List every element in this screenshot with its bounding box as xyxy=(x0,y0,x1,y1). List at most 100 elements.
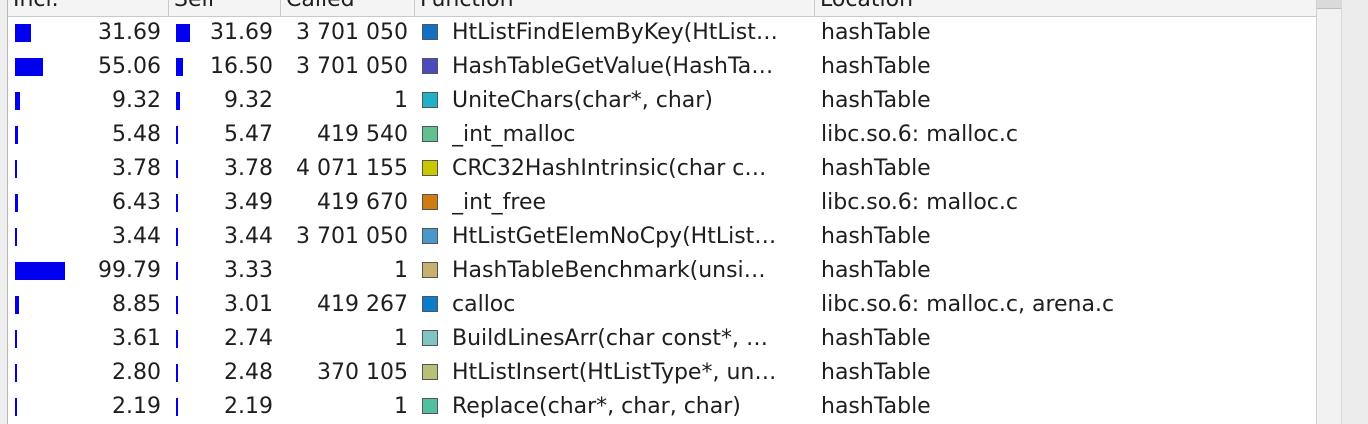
table-row[interactable]: 55.06 16.50 3 701 050 HashTableGetValue(Has… xyxy=(8,50,1316,84)
self-cost-bar xyxy=(176,92,180,110)
table-header: Incl. Self Called Function Location xyxy=(8,0,1316,17)
incl-cost-bar xyxy=(15,160,17,178)
incl-value: 3.44 xyxy=(112,224,161,249)
called-count: 419 540 xyxy=(317,122,408,147)
incl-cost-bar xyxy=(15,194,18,212)
called-count: 3 701 050 xyxy=(296,224,408,249)
table-row[interactable]: 3.78 3.78 4 071 155 CRC32HashIntrinsic(char… xyxy=(8,152,1316,186)
function-name: HashTableGetValue(HashTa… xyxy=(452,54,774,79)
function-color-swatch xyxy=(422,330,438,346)
column-header-incl[interactable]: Incl. xyxy=(8,0,169,16)
called-count: 4 071 155 xyxy=(296,156,408,181)
called-count: 1 xyxy=(394,258,408,283)
self-cost-bar xyxy=(176,398,178,416)
function-color-swatch xyxy=(422,228,438,244)
function-color-swatch xyxy=(422,160,438,176)
incl-value: 6.43 xyxy=(112,190,161,215)
called-count: 3 701 050 xyxy=(296,20,408,45)
self-cost-bar xyxy=(176,296,178,314)
self-cost-bar xyxy=(176,228,178,246)
function-color-swatch xyxy=(422,24,438,40)
function-color-swatch xyxy=(422,262,438,278)
called-count: 3 701 050 xyxy=(296,54,408,79)
location-value: hashTable xyxy=(821,224,931,249)
incl-value: 3.61 xyxy=(112,326,161,351)
called-count: 419 670 xyxy=(317,190,408,215)
column-header-location[interactable]: Location xyxy=(815,0,1316,16)
location-value: hashTable xyxy=(821,258,931,283)
function-color-swatch xyxy=(422,194,438,210)
called-count: 1 xyxy=(394,88,408,113)
function-color-swatch xyxy=(422,296,438,312)
incl-value: 2.19 xyxy=(112,394,161,419)
function-name: CRC32HashIntrinsic(char c… xyxy=(452,156,767,181)
scrollbar-handle[interactable] xyxy=(1317,0,1342,9)
self-value: 31.69 xyxy=(210,20,273,45)
location-value: libc.so.6: malloc.c, arena.c xyxy=(821,292,1115,317)
self-cost-bar xyxy=(176,160,178,178)
table-row[interactable]: 8.85 3.01 419 267 calloc libc.so.6: malloc.c… xyxy=(8,288,1316,322)
location-value: libc.so.6: malloc.c xyxy=(821,122,1018,147)
incl-cost-bar xyxy=(15,24,31,42)
function-color-swatch xyxy=(422,58,438,74)
function-name: _int_free xyxy=(452,190,547,215)
function-name: _int_malloc xyxy=(452,122,576,147)
function-name: HtListFindElemByKey(HtList… xyxy=(452,20,778,45)
function-name: HtListGetElemNoCpy(HtList… xyxy=(452,224,777,249)
function-color-swatch xyxy=(422,92,438,108)
self-cost-bar xyxy=(176,58,183,76)
table-row[interactable]: 2.19 2.19 1 Replace(char*, char, char) hashT… xyxy=(8,390,1316,424)
side-panel-edge xyxy=(1341,0,1368,424)
location-value: hashTable xyxy=(821,88,931,113)
incl-value: 2.80 xyxy=(112,360,161,385)
self-value: 16.50 xyxy=(210,54,273,79)
function-color-swatch xyxy=(422,398,438,414)
self-cost-bar xyxy=(176,194,178,212)
function-name: Replace(char*, char, char) xyxy=(452,394,741,419)
function-color-swatch xyxy=(422,126,438,142)
self-cost-bar xyxy=(176,262,178,280)
called-count: 1 xyxy=(394,326,408,351)
called-count: 1 xyxy=(394,394,408,419)
self-cost-bar xyxy=(176,364,178,382)
incl-value: 5.48 xyxy=(112,122,161,147)
table-row[interactable]: 9.32 9.32 1 UniteChars(char*, char) hashTabl… xyxy=(8,84,1316,118)
self-cost-bar xyxy=(176,24,190,42)
table-row[interactable]: 2.80 2.48 370 105 HtListInsert(HtListType*,… xyxy=(8,356,1316,390)
column-header-called[interactable]: Called xyxy=(281,0,415,16)
incl-value: 9.32 xyxy=(112,88,161,113)
column-header-function[interactable]: Function xyxy=(415,0,815,16)
self-value: 3.33 xyxy=(224,258,273,283)
table-row[interactable]: 6.43 3.49 419 670 _int_free libc.so.6: mallo… xyxy=(8,186,1316,220)
column-header-self[interactable]: Self xyxy=(169,0,281,16)
table-row[interactable]: 31.69 31.69 3 701 050 HtListFindElemByKey(H… xyxy=(8,16,1316,50)
function-name: HashTableBenchmark(unsi… xyxy=(452,258,766,283)
table-row[interactable]: 5.48 5.47 419 540 _int_malloc libc.so.6: mal… xyxy=(8,118,1316,152)
location-value: hashTable xyxy=(821,20,931,45)
incl-cost-bar xyxy=(15,330,17,348)
incl-cost-bar xyxy=(15,262,65,280)
called-count: 419 267 xyxy=(317,292,408,317)
table-row[interactable]: 3.44 3.44 3 701 050 HtListGetElemNoCpy(HtLi… xyxy=(8,220,1316,254)
self-value: 5.47 xyxy=(224,122,273,147)
location-value: hashTable xyxy=(821,54,931,79)
self-cost-bar xyxy=(176,330,178,348)
function-name: BuildLinesArr(char const*, … xyxy=(452,326,769,351)
table-row[interactable]: 3.61 2.74 1 BuildLinesArr(char const*, … has… xyxy=(8,322,1316,356)
self-value: 2.74 xyxy=(224,326,273,351)
self-cost-bar xyxy=(176,126,178,144)
incl-value: 8.85 xyxy=(112,292,161,317)
location-value: hashTable xyxy=(821,394,931,419)
incl-cost-bar xyxy=(15,296,19,314)
flat-profile-table: Incl. Self Called Function Location 31.6… xyxy=(7,0,1317,424)
incl-value: 55.06 xyxy=(98,54,161,79)
table-row[interactable]: 99.79 3.33 1 HashTableBenchmark(unsi… hashTa… xyxy=(8,254,1316,288)
incl-value: 3.78 xyxy=(112,156,161,181)
function-name: UniteChars(char*, char) xyxy=(452,88,713,113)
called-count: 370 105 xyxy=(317,360,408,385)
incl-cost-bar xyxy=(15,126,18,144)
vertical-scrollbar[interactable] xyxy=(1316,0,1342,424)
location-value: hashTable xyxy=(821,326,931,351)
self-value: 9.32 xyxy=(224,88,273,113)
function-name: HtListInsert(HtListType*, un… xyxy=(452,360,777,385)
